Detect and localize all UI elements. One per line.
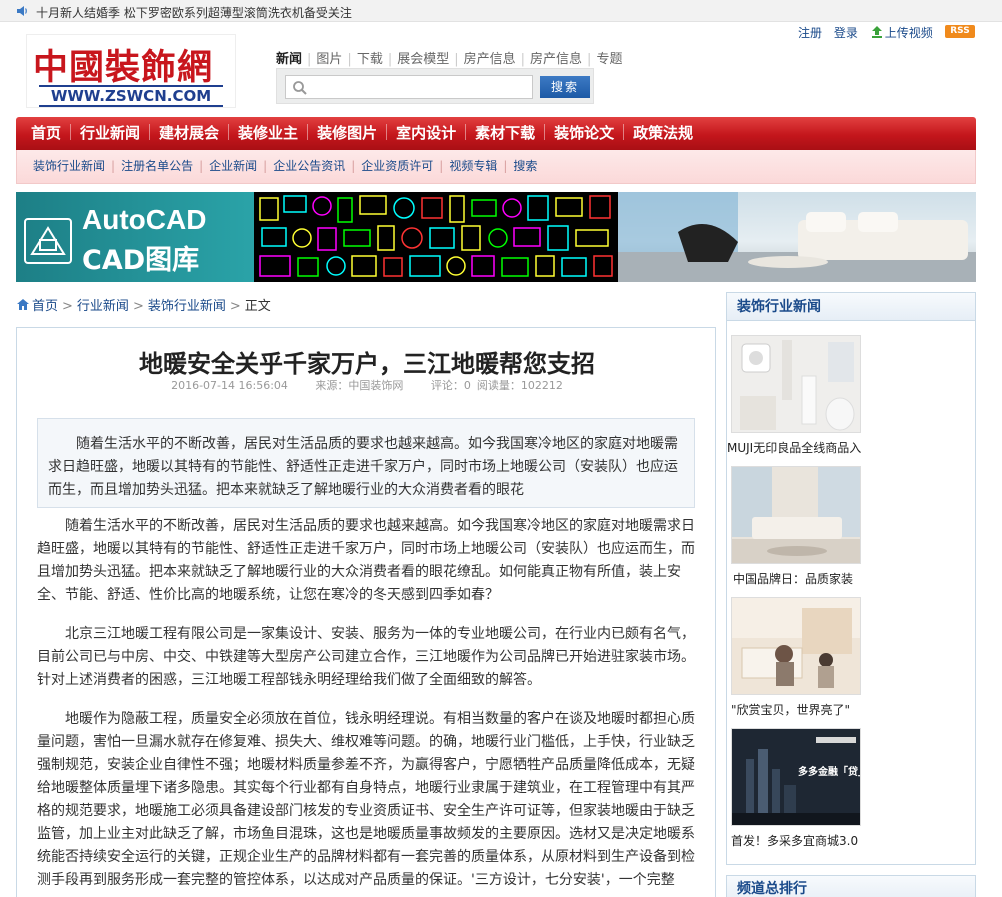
nav-photos[interactable]: 装修图片 — [308, 117, 386, 150]
search-tab-downloads[interactable]: 下载 — [352, 48, 388, 67]
sidebar-thumb-mall-text: 多多金融「贷」 — [798, 767, 861, 778]
sidebar-caption: MUJI无印良品全线商品入 — [727, 441, 862, 455]
article-meta: 2016-07-14 16:56:04 来源：中国装饰网 评论：0 阅读量：102… — [17, 377, 717, 393]
nav-interior-design[interactable]: 室内设计 — [387, 117, 465, 150]
sidebar-item[interactable]: MUJI无印良品全线商品入 — [727, 335, 971, 456]
article-paragraph: 随着生活水平的不断改善，居民对生活品质的要求也越来越高。如今我国寒冷地区的家庭对… — [37, 518, 695, 603]
subnav-search[interactable]: 搜索 — [507, 150, 543, 183]
autocad-panel: AutoCAD CAD图库 — [16, 192, 254, 282]
search-tabs: 新闻 | 图片 | 下载 | 展会模型 | 房产信息 | 房产信息 | 专题 — [276, 48, 627, 67]
subnav-company-notices[interactable]: 企业公告资讯 — [267, 150, 351, 183]
sidebar-channel-ranking: 频道总排行 — [726, 875, 976, 897]
nav-expo[interactable]: 建材展会 — [150, 117, 228, 150]
search-tab-models[interactable]: 展会模型 — [392, 48, 454, 67]
upload-video-label: 上传视频 — [884, 26, 933, 40]
nav-home[interactable]: 首页 — [22, 117, 70, 150]
rss-badge[interactable]: RSS — [945, 25, 975, 38]
register-link[interactable]: 注册 — [798, 24, 822, 41]
nav-owners[interactable]: 装修业主 — [229, 117, 307, 150]
upload-icon — [871, 26, 882, 38]
article-paragraph: 北京三江地暖工程有限公司是一家集设计、安装、服务为一体的专业地暖公司，在行业内已… — [37, 626, 695, 688]
search-box: 搜索 — [276, 68, 594, 104]
subnav-industry-news[interactable]: 装饰行业新闻 — [27, 150, 111, 183]
sidebar-thumb-mall: 多多金融「贷」 — [731, 728, 861, 826]
article-source: 来源：中国装饰网 — [315, 379, 404, 392]
sidebar-thumb-muji — [731, 335, 861, 433]
sub-nav: 装饰行业新闻 | 注册名单公告 | 企业新闻 | 企业公告资讯 | 企业资质许可 | 视频专辑 | 搜索 — [16, 150, 976, 184]
sidebar-item[interactable]: 多多金融「贷」 首发！多采多宜商城3.0 — [731, 728, 971, 849]
top-notice-bar: 十月新人结婚季 松下罗密欧系列超薄型滚筒洗衣机备受关注 — [0, 0, 1002, 22]
living-room-image — [618, 192, 976, 282]
nav-papers[interactable]: 装饰论文 — [545, 117, 623, 150]
subnav-videos[interactable]: 视频专辑 — [443, 150, 503, 183]
breadcrumb-home[interactable]: 首页 — [32, 299, 58, 314]
main-nav: 首页 行业新闻 建材展会 装修业主 装修图片 室内设计 素材下载 装饰论文 政策法规 — [16, 117, 976, 150]
cad-drawings-image — [254, 192, 618, 282]
speaker-icon — [17, 6, 27, 16]
search-icon — [293, 81, 307, 95]
search-tab-topics[interactable]: 专题 — [591, 48, 627, 67]
search-input[interactable] — [312, 78, 528, 96]
sidebar-thumb-kids-room — [731, 597, 861, 695]
search-button[interactable]: 搜索 — [540, 76, 590, 98]
ad-banner[interactable]: AutoCAD CAD图库 — [16, 192, 976, 282]
logo-chinese-text: 中國裝飾網 — [33, 47, 214, 88]
search-input-wrapper — [285, 75, 533, 99]
banner-title-library: CAD图库 — [82, 245, 200, 276]
sidebar-title: 装饰行业新闻 — [727, 293, 975, 321]
breadcrumb-industry-news[interactable]: 行业新闻 — [77, 299, 129, 314]
breadcrumb: 首页 > 行业新闻 > 装饰行业新闻 > 正文 — [16, 295, 271, 314]
sidebar-item[interactable]: 中国品牌日：品质家装 — [731, 466, 971, 587]
search-tab-news[interactable]: 新闻 — [276, 48, 307, 67]
article-comments[interactable]: 评论：0 — [431, 379, 471, 392]
nav-downloads[interactable]: 素材下载 — [466, 117, 544, 150]
subnav-qualifications[interactable]: 企业资质许可 — [355, 150, 439, 183]
breadcrumb-current: 正文 — [244, 299, 271, 314]
article-reads: 阅读量：102212 — [476, 379, 563, 392]
search-tab-realestate[interactable]: 房产信息 — [459, 48, 521, 67]
subnav-company-news[interactable]: 企业新闻 — [203, 150, 263, 183]
notice-link[interactable]: 十月新人结婚季 松下罗密欧系列超薄型滚筒洗衣机备受关注 — [36, 4, 352, 21]
nav-industry-news[interactable]: 行业新闻 — [71, 117, 149, 150]
sidebar-news: 装饰行业新闻 MUJI无印良品全线商品入 中国品牌日：品质家装 "欣赏宝贝，世界… — [726, 292, 976, 865]
search-tab-images[interactable]: 图片 — [311, 48, 347, 67]
article-paragraph: 地暖作为隐蔽工程，质量安全必须放在首位，钱永明经理说。有相当数量的客户在谈及地暖… — [37, 711, 695, 888]
article-date: 2016-07-14 16:56:04 — [171, 379, 288, 392]
article-summary: 随着生活水平的不断改善，居民对生活品质的要求也越来越高。如今我国寒冷地区的家庭对… — [37, 418, 695, 508]
site-logo[interactable]: 中國裝飾網 WWW.ZSWCN.COM — [26, 34, 236, 108]
subnav-registry[interactable]: 注册名单公告 — [115, 150, 199, 183]
nav-policies[interactable]: 政策法规 — [624, 117, 702, 150]
breadcrumb-decoration-news[interactable]: 装饰行业新闻 — [148, 299, 226, 314]
article-title: 地暖安全关乎千家万户，三江地暖帮您支招 — [139, 349, 595, 378]
article-body: 随着生活水平的不断改善，居民对生活品质的要求也越来越高。如今我国寒冷地区的家庭对… — [37, 515, 697, 897]
sidebar-caption: 中国品牌日：品质家装 — [733, 572, 854, 586]
banner-title-autocad: AutoCAD — [82, 204, 207, 235]
sidebar-item[interactable]: "欣赏宝贝，世界亮了" — [731, 597, 971, 718]
user-links: 注册 登录 上传视频 — [798, 24, 941, 41]
sidebar-caption: "欣赏宝贝，世界亮了" — [731, 703, 851, 717]
autocad-logo-icon — [24, 218, 72, 264]
article-panel: 地暖安全关乎千家万户，三江地暖帮您支招 2016-07-14 16:56:04 … — [16, 327, 716, 897]
logo-url-text: WWW.ZSWCN.COM — [39, 85, 223, 107]
upload-video-link[interactable]: 上传视频 — [870, 24, 933, 41]
ranking-title: 频道总排行 — [737, 881, 807, 897]
sidebar-caption: 首发！多采多宜商城3.0 — [731, 834, 859, 848]
search-tab-realestate-2[interactable]: 房产信息 — [525, 48, 587, 67]
login-link[interactable]: 登录 — [834, 24, 858, 41]
home-icon — [17, 299, 29, 310]
sidebar-thumb-living-room — [731, 466, 861, 564]
